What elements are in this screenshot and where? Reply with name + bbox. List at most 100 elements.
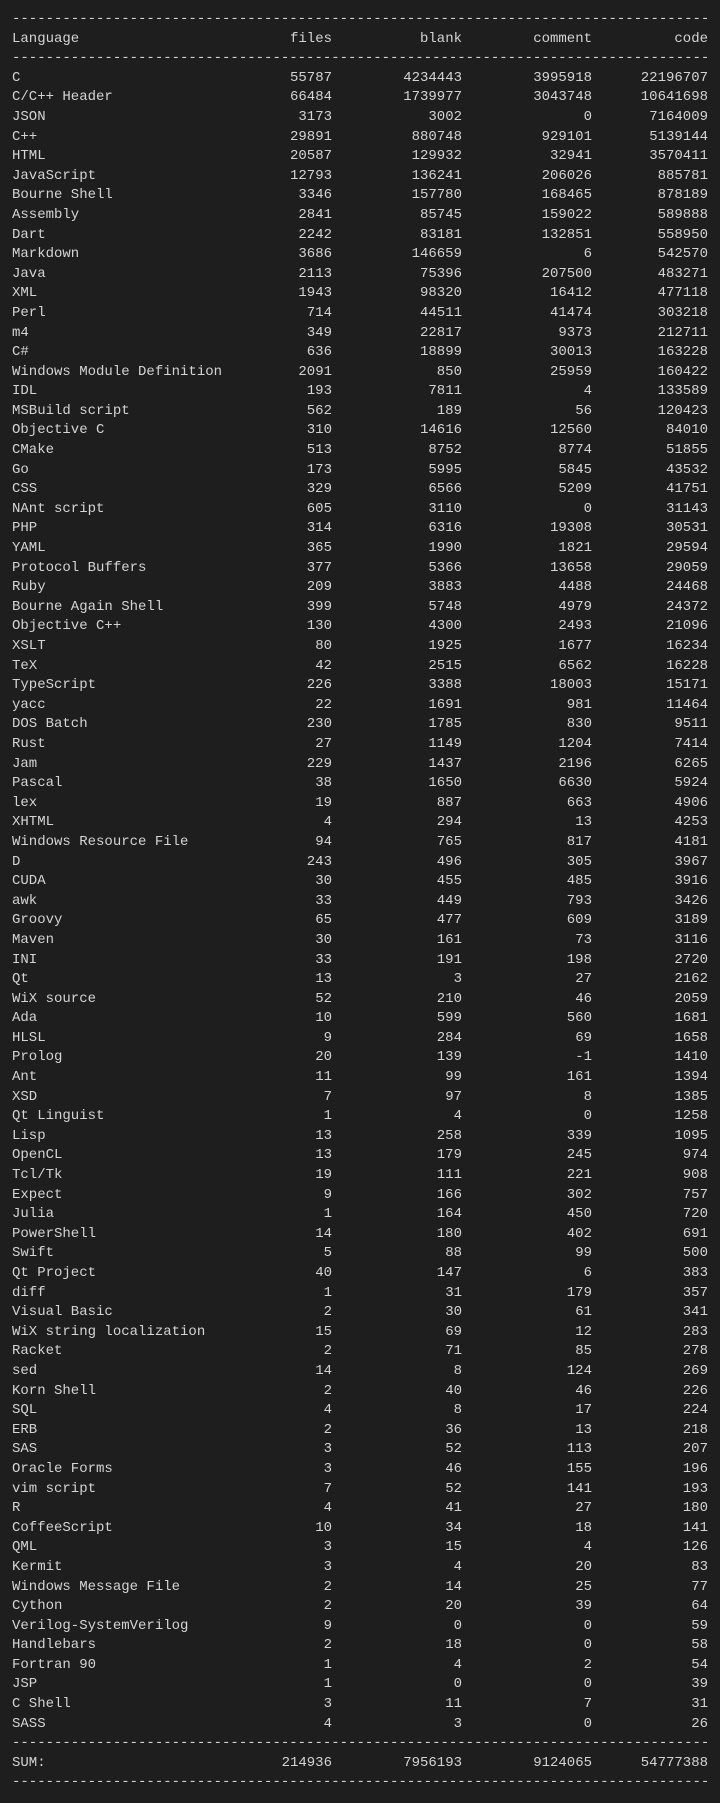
cell-comment: 450 — [462, 1205, 592, 1225]
cell-language: MSBuild script — [12, 402, 222, 422]
cell-files: 10 — [222, 1009, 332, 1029]
table-row: PowerShell14180402691 — [12, 1225, 708, 1245]
cell-comment: 27 — [462, 970, 592, 990]
cell-code: 1394 — [592, 1068, 708, 1088]
cell-blank: 1149 — [332, 735, 462, 755]
cell-code: 357 — [592, 1284, 708, 1304]
cell-code: 21096 — [592, 617, 708, 637]
cell-blank: 8 — [332, 1401, 462, 1421]
cell-blank: 5995 — [332, 461, 462, 481]
cell-blank: 18899 — [332, 343, 462, 363]
cell-files: 229 — [222, 755, 332, 775]
cell-code: 589888 — [592, 206, 708, 226]
cell-comment: 663 — [462, 794, 592, 814]
table-row: Julia1164450720 — [12, 1205, 708, 1225]
table-row: CUDA304554853916 — [12, 872, 708, 892]
cell-language: XML — [12, 284, 222, 304]
cell-language: Fortran 90 — [12, 1656, 222, 1676]
cell-files: 3 — [222, 1558, 332, 1578]
cell-language: Dart — [12, 226, 222, 246]
cell-blank: 161 — [332, 931, 462, 951]
cell-files: 12793 — [222, 167, 332, 187]
cell-comment: 124 — [462, 1362, 592, 1382]
cell-code: 7414 — [592, 735, 708, 755]
cell-comment: 4488 — [462, 578, 592, 598]
cell-language: D — [12, 853, 222, 873]
cell-language: Perl — [12, 304, 222, 324]
cell-blank: 191 — [332, 951, 462, 971]
cell-files: 2 — [222, 1342, 332, 1362]
cell-blank: 3388 — [332, 676, 462, 696]
cell-comment: 6562 — [462, 657, 592, 677]
cell-blank: 75396 — [332, 265, 462, 285]
cell-blank: 1650 — [332, 774, 462, 794]
cell-comment: 12 — [462, 1323, 592, 1343]
cell-code: 54 — [592, 1656, 708, 1676]
cell-code: 133589 — [592, 382, 708, 402]
table-row: CoffeeScript103418141 — [12, 1519, 708, 1539]
cell-language: Qt Linguist — [12, 1107, 222, 1127]
cell-code: 120423 — [592, 402, 708, 422]
table-row: awk334497933426 — [12, 892, 708, 912]
table-row: C Shell311731 — [12, 1695, 708, 1715]
cell-blank: 496 — [332, 853, 462, 873]
cell-blank: 36 — [332, 1421, 462, 1441]
cell-comment: 39 — [462, 1597, 592, 1617]
cell-files: 52 — [222, 990, 332, 1010]
cell-blank: 180 — [332, 1225, 462, 1245]
cell-code: 303218 — [592, 304, 708, 324]
cell-comment: 0 — [462, 500, 592, 520]
table-row: Kermit342083 — [12, 1558, 708, 1578]
cell-code: 4181 — [592, 833, 708, 853]
cell-code: 1258 — [592, 1107, 708, 1127]
cell-language: CUDA — [12, 872, 222, 892]
cell-files: 9 — [222, 1617, 332, 1637]
cell-comment: 5209 — [462, 480, 592, 500]
table-row: Tcl/Tk19111221908 — [12, 1166, 708, 1186]
table-row: Bourne Shell3346157780168465878189 — [12, 186, 708, 206]
cell-blank: 88 — [332, 1244, 462, 1264]
table-row: QML3154126 — [12, 1538, 708, 1558]
cell-language: XSD — [12, 1088, 222, 1108]
cell-language: HTML — [12, 147, 222, 167]
cell-blank: 765 — [332, 833, 462, 853]
table-row: C/C++ Header664841739977304374810641698 — [12, 88, 708, 108]
table-row: m4349228179373212711 — [12, 324, 708, 344]
cell-language: WiX string localization — [12, 1323, 222, 1343]
cell-language: SASS — [12, 1715, 222, 1735]
cell-files: 15 — [222, 1323, 332, 1343]
cell-code: 1658 — [592, 1029, 708, 1049]
cell-code: 160422 — [592, 363, 708, 383]
cell-comment: 155 — [462, 1460, 592, 1480]
cell-blank: 136241 — [332, 167, 462, 187]
cell-language: Java — [12, 265, 222, 285]
cell-comment: 1821 — [462, 539, 592, 559]
cell-code: 126 — [592, 1538, 708, 1558]
cell-code: 278 — [592, 1342, 708, 1362]
cell-code: 757 — [592, 1186, 708, 1206]
cell-language: Ada — [12, 1009, 222, 1029]
cell-files: 3346 — [222, 186, 332, 206]
cell-files: 3 — [222, 1538, 332, 1558]
table-row: Objective C310146161256084010 — [12, 421, 708, 441]
sum-comment: 9124065 — [462, 1754, 592, 1774]
cell-code: 59 — [592, 1617, 708, 1637]
cell-code: 3967 — [592, 853, 708, 873]
cell-files: 66484 — [222, 88, 332, 108]
cell-code: 3116 — [592, 931, 708, 951]
cell-code: 5139144 — [592, 128, 708, 148]
cell-blank: 22817 — [332, 324, 462, 344]
cell-language: Lisp — [12, 1127, 222, 1147]
cell-blank: 3 — [332, 1715, 462, 1735]
cell-blank: 40 — [332, 1382, 462, 1402]
cell-code: 43532 — [592, 461, 708, 481]
table-row: Visual Basic23061341 — [12, 1303, 708, 1323]
cell-code: 83 — [592, 1558, 708, 1578]
cell-files: 605 — [222, 500, 332, 520]
cell-blank: 44511 — [332, 304, 462, 324]
table-row: lex198876634906 — [12, 794, 708, 814]
cell-language: WiX source — [12, 990, 222, 1010]
cell-comment: 32941 — [462, 147, 592, 167]
cell-blank: 1691 — [332, 696, 462, 716]
cell-language: Handlebars — [12, 1636, 222, 1656]
